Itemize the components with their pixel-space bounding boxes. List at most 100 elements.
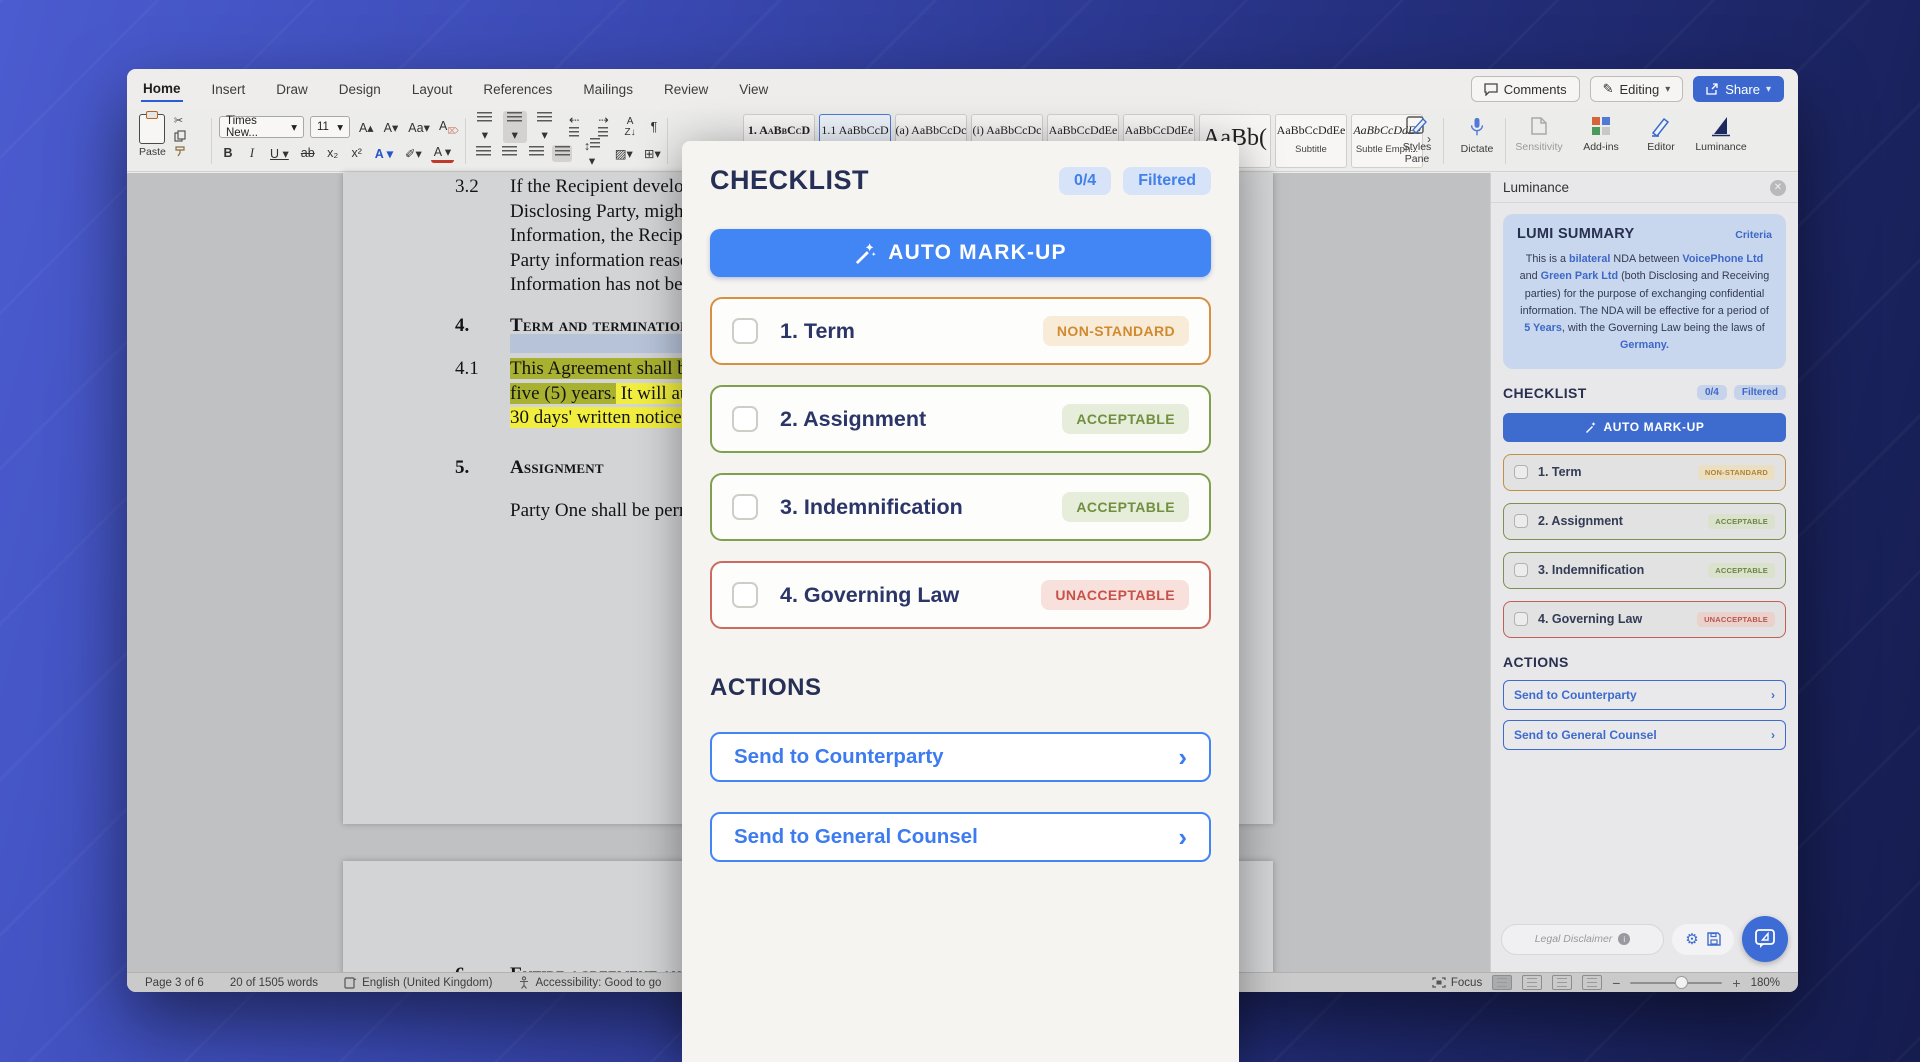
style-subtitle[interactable]: AaBbCcDdEeSubtitle [1275, 114, 1347, 168]
zoom-level[interactable]: 180% [1751, 977, 1780, 989]
change-case-button[interactable]: Aa▾ [405, 119, 430, 136]
underline-button[interactable]: U ▾ [267, 145, 292, 162]
sidebar-auto-markup-button[interactable]: AUTO MARK-UP [1503, 413, 1786, 442]
close-icon[interactable]: ✕ [1770, 180, 1786, 196]
sidebar-send-to-counterparty-button[interactable]: Send to Counterparty › [1503, 680, 1786, 710]
checkbox[interactable] [1514, 514, 1528, 528]
editing-mode-button[interactable]: ✎ Editing ▾ [1590, 76, 1684, 102]
checkbox[interactable] [1514, 465, 1528, 479]
share-button[interactable]: Share ▾ [1693, 76, 1784, 102]
add-ins-button[interactable]: Add-ins [1573, 115, 1629, 154]
checkbox[interactable] [732, 494, 758, 520]
zoom-in-button[interactable]: + [1732, 975, 1740, 991]
tab-layout[interactable]: Layout [410, 78, 455, 101]
checkbox[interactable] [732, 318, 758, 344]
copy-icon[interactable] [174, 130, 186, 142]
align-right-button[interactable] [526, 145, 546, 162]
tab-mailings[interactable]: Mailings [581, 78, 635, 101]
tab-draw[interactable]: Draw [274, 78, 310, 101]
sort-button[interactable]: AZ↓ [621, 115, 639, 139]
subscript-button[interactable]: x₂ [324, 145, 342, 161]
font-size-select[interactable]: 11▾ [310, 116, 350, 138]
line-spacing-button[interactable]: ↕▾ [578, 137, 606, 169]
font-name-select[interactable]: Times New...▾ [219, 116, 304, 138]
paste-button[interactable]: Paste [139, 114, 166, 158]
language-status[interactable]: English (United Kingdom) [344, 977, 492, 989]
checklist-item-assignment[interactable]: 2. Assignment ACCEPTABLE [710, 385, 1211, 453]
zoom-out-button[interactable]: − [1612, 975, 1620, 991]
borders-button[interactable]: ⊞▾ [641, 145, 663, 162]
multilevel-list-button[interactable]: ▾ [533, 111, 557, 143]
auto-markup-button[interactable]: AUTO MARK-UP [710, 229, 1211, 277]
filtered-badge[interactable]: Filtered [1734, 385, 1786, 400]
web-layout-view-button[interactable] [1582, 975, 1602, 990]
pencil-icon: ✎ [1603, 81, 1614, 97]
magic-wand-icon [1585, 421, 1597, 433]
strikethrough-button[interactable]: ab [298, 145, 318, 161]
focus-mode-button[interactable]: Focus [1432, 977, 1482, 989]
show-formatting-button[interactable]: ¶ [645, 119, 663, 135]
zoom-slider[interactable] [1630, 982, 1722, 984]
page-indicator[interactable]: Page 3 of 6 [145, 977, 204, 989]
accessibility-status[interactable]: Accessibility: Good to go [518, 976, 661, 989]
align-center-button[interactable] [499, 145, 519, 162]
tab-home[interactable]: Home [141, 77, 183, 102]
italic-button[interactable]: I [243, 145, 261, 162]
luminance-assistant-button[interactable] [1742, 916, 1788, 962]
magic-wand-icon [854, 242, 876, 264]
checkbox[interactable] [1514, 563, 1528, 577]
sidebar-checklist-item-governing-law[interactable]: 4. Governing Law UNACCEPTABLE [1503, 601, 1786, 638]
sidebar-checklist-item-indemnification[interactable]: 3. Indemnification ACCEPTABLE [1503, 552, 1786, 589]
cut-icon[interactable]: ✂ [174, 114, 186, 127]
checkbox[interactable] [1514, 612, 1528, 626]
align-left-button[interactable] [473, 145, 493, 162]
tab-insert[interactable]: Insert [210, 78, 248, 101]
format-painter-icon[interactable] [174, 145, 186, 157]
shading-button[interactable]: ▨▾ [612, 145, 635, 162]
checklist-item-governing-law[interactable]: 4. Governing Law UNACCEPTABLE [710, 561, 1211, 629]
checkbox[interactable] [732, 406, 758, 432]
clause-number: 5. [455, 456, 469, 481]
text-effects-button[interactable]: A ▾ [372, 145, 396, 162]
highlight-color-button[interactable]: ✐▾ [402, 145, 425, 162]
clear-formatting-button[interactable]: A⌦ [436, 118, 459, 137]
read-mode-view-button[interactable] [1522, 975, 1542, 990]
tab-review[interactable]: Review [662, 78, 710, 101]
filtered-badge[interactable]: Filtered [1123, 167, 1211, 195]
bullets-button[interactable]: ▾ [473, 111, 497, 143]
luminance-addin-button[interactable]: Luminance [1693, 115, 1749, 154]
tab-design[interactable]: Design [337, 78, 383, 101]
checklist-item-term[interactable]: 1. Term NON-STANDARD [710, 297, 1211, 365]
tab-view[interactable]: View [737, 78, 770, 101]
font-color-button[interactable]: A ▾ [431, 143, 454, 163]
legal-disclaimer-button[interactable]: Legal Disclaimer i [1501, 924, 1664, 955]
sidebar-checklist-item-assignment[interactable]: 2. Assignment ACCEPTABLE [1503, 503, 1786, 540]
outline-view-button[interactable] [1552, 975, 1572, 990]
editor-button[interactable]: Editor [1633, 115, 1689, 154]
tab-references[interactable]: References [481, 78, 554, 101]
dictate-button[interactable]: Dictate [1449, 115, 1505, 156]
bold-button[interactable]: B [219, 145, 237, 161]
styles-pane-icon [1405, 115, 1429, 137]
sidebar-send-to-general-counsel-button[interactable]: Send to General Counsel › [1503, 720, 1786, 750]
send-to-general-counsel-button[interactable]: Send to General Counsel › [710, 812, 1211, 862]
checkbox[interactable] [732, 582, 758, 608]
styles-pane-button[interactable]: Styles Pane [1389, 115, 1445, 165]
sensitivity-button[interactable]: Sensitivity [1511, 115, 1567, 154]
checklist-item-indemnification[interactable]: 3. Indemnification ACCEPTABLE [710, 473, 1211, 541]
criteria-link[interactable]: Criteria [1735, 229, 1772, 241]
clause-number: 4.1 [455, 357, 479, 382]
comments-button[interactable]: Comments [1471, 76, 1580, 102]
justify-button[interactable] [552, 145, 572, 162]
grow-font-button[interactable]: A▴ [356, 119, 375, 136]
save-icon[interactable] [1707, 932, 1721, 946]
superscript-button[interactable]: x² [348, 145, 366, 161]
zoom-slider-thumb[interactable] [1675, 976, 1688, 989]
numbering-button[interactable]: ▾ [503, 111, 527, 143]
gear-icon[interactable]: ⚙ [1685, 930, 1698, 948]
print-layout-view-button[interactable] [1492, 975, 1512, 990]
send-to-counterparty-button[interactable]: Send to Counterparty › [710, 732, 1211, 782]
sidebar-checklist-item-term[interactable]: 1. Term NON-STANDARD [1503, 454, 1786, 491]
shrink-font-button[interactable]: A▾ [381, 119, 400, 136]
word-count[interactable]: 20 of 1505 words [230, 977, 318, 989]
